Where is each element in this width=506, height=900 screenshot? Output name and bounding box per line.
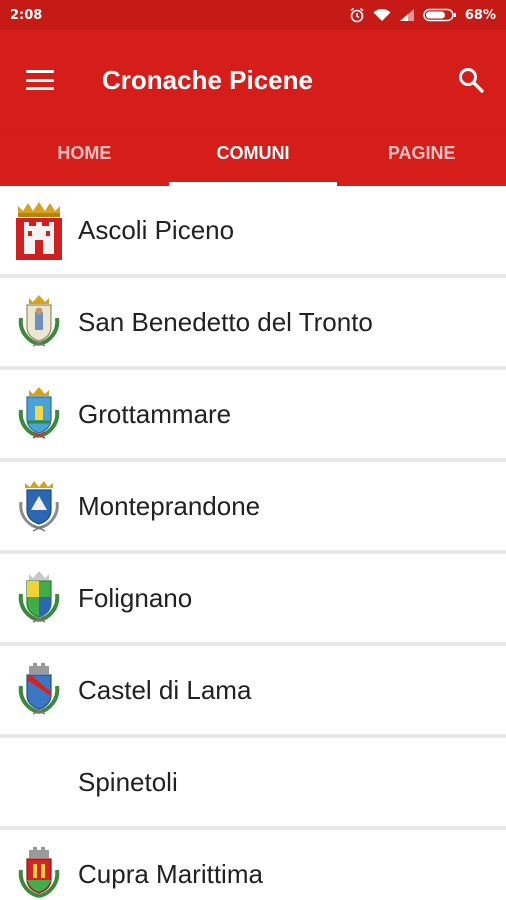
comune-name: Castel di Lama [78, 674, 252, 705]
hamburger-menu-icon[interactable] [0, 30, 80, 130]
tab-home[interactable]: HOME [0, 130, 169, 186]
tab-pagine[interactable]: PAGINE [337, 130, 506, 186]
castel-di-lama-crest-icon [0, 646, 78, 734]
list-item-spinetoli[interactable]: Spinetoli [0, 738, 506, 830]
comune-name: Ascoli Piceno [78, 214, 235, 245]
comune-name: Monteprandone [78, 490, 261, 521]
status-icons: 68% [349, 7, 496, 23]
comune-name: Cupra Marittima [78, 858, 263, 889]
cupra-marittima-crest-icon [0, 830, 78, 900]
comune-name: San Benedetto del Tronto [78, 306, 373, 337]
list-item-castel-di-lama[interactable]: Castel di Lama [0, 646, 506, 738]
status-bar: 2:08 68% [0, 0, 506, 30]
list-item-ascoli-piceno[interactable]: Ascoli Piceno [0, 186, 506, 278]
folignano-crest-icon [0, 554, 78, 642]
battery-percent: 68% [464, 7, 496, 23]
list-item-cupra-marittima[interactable]: Cupra Marittima [0, 830, 506, 900]
ascoli-crest-icon [0, 186, 78, 274]
comune-name: Grottammare [78, 398, 232, 429]
alarm-icon [349, 7, 365, 23]
empty-crest-slot [0, 738, 78, 826]
list-item-monteprandone[interactable]: Monteprandone [0, 462, 506, 554]
tab-comuni[interactable]: COMUNI [168, 130, 338, 186]
status-time: 2:08 [10, 7, 43, 23]
wifi-icon [373, 8, 391, 22]
list-item-folignano[interactable]: Folignano [0, 554, 506, 646]
comune-name: Folignano [78, 582, 193, 613]
comuni-list: Ascoli Piceno San Benedetto del Tronto G [0, 186, 506, 900]
comune-name: Spinetoli [78, 766, 178, 797]
signal-icon [399, 8, 415, 22]
list-item-san-benedetto[interactable]: San Benedetto del Tronto [0, 278, 506, 370]
grottammare-crest-icon [0, 370, 78, 458]
search-icon[interactable] [436, 30, 506, 130]
app-title: Cronache Picene [102, 64, 313, 95]
list-item-grottammare[interactable]: Grottammare [0, 370, 506, 462]
app-bar: Cronache Picene [0, 30, 506, 130]
monteprandone-crest-icon [0, 462, 78, 550]
tab-bar: HOME COMUNI PAGINE [0, 130, 506, 186]
battery-icon [423, 8, 457, 22]
san-benedetto-crest-icon [0, 278, 78, 366]
